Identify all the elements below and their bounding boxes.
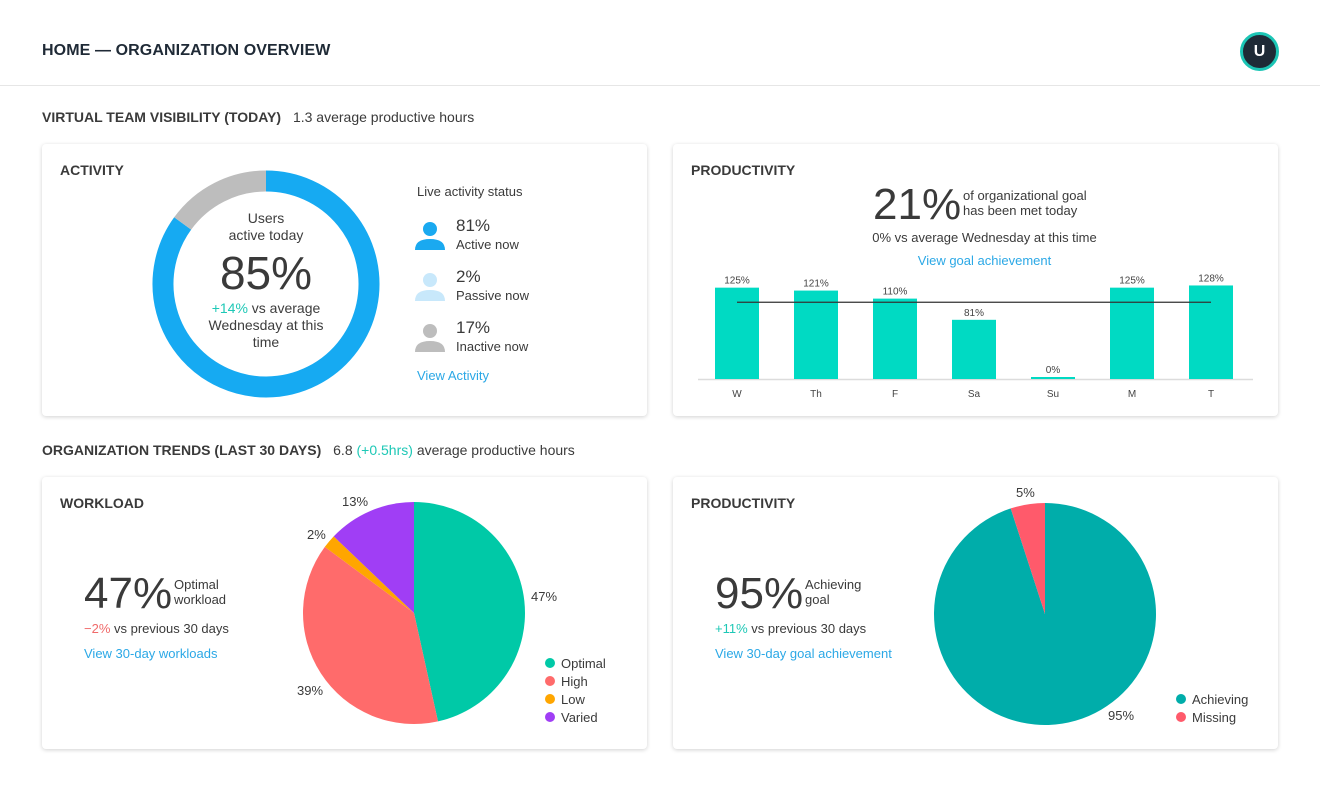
- bar-M: [1110, 287, 1154, 379]
- trend-hours-suffix: average productive hours: [416, 442, 575, 458]
- x-tick-label: F: [892, 389, 898, 400]
- bar-Th: [794, 290, 838, 379]
- person-icon: [415, 222, 445, 250]
- live-item-inactive: 17% Inactive now: [415, 318, 595, 358]
- goal-met-value: 21%: [873, 180, 962, 229]
- x-tick-label: T: [1208, 389, 1214, 400]
- inactive-pct: 17%: [456, 318, 491, 337]
- bar-data-label: 0%: [1046, 365, 1061, 376]
- legend-dot: [1176, 694, 1186, 704]
- workload-card: WORKLOAD 47% Optimal workload −2% vs pre…: [42, 477, 647, 749]
- x-tick-label: M: [1128, 389, 1136, 400]
- legend-item-missing: Missing: [1176, 708, 1248, 726]
- bar-data-label: 81%: [964, 308, 984, 319]
- page-title: HOME — ORGANIZATION OVERVIEW: [42, 42, 331, 59]
- pie-label-optimal: 47%: [531, 589, 558, 604]
- pie-label-high: 39%: [297, 683, 324, 698]
- bar-data-label: 125%: [1119, 276, 1145, 287]
- bar-data-label: 125%: [724, 276, 750, 287]
- card-title: ACTIVITY: [60, 162, 124, 178]
- passive-label: Passive now: [456, 288, 529, 303]
- trend-hours-value: 6.8: [333, 442, 353, 458]
- view-activity-link[interactable]: View Activity: [417, 368, 489, 383]
- bar-Sa: [952, 319, 996, 379]
- delta-suffix: vs average: [247, 300, 321, 316]
- legend-dot: [545, 712, 555, 722]
- donut-caption-2: active today: [228, 227, 304, 243]
- live-item-passive: 2% Passive now: [415, 267, 595, 307]
- bar-Su: [1031, 377, 1075, 379]
- card-title: PRODUCTIVITY: [691, 162, 796, 178]
- person-icon: [415, 273, 445, 301]
- donut-center-text: Users active today 85% +14% vs average W…: [179, 210, 353, 351]
- bar-T: [1189, 285, 1233, 379]
- bar-data-label: 121%: [803, 279, 829, 290]
- productivity-today-card: PRODUCTIVITY 21% of organizational goal …: [673, 144, 1278, 416]
- pie-label-varied: 13%: [342, 494, 369, 509]
- legend-dot: [545, 658, 555, 668]
- note-line-1: of organizational goal: [963, 188, 1087, 203]
- x-tick-label: Th: [810, 389, 822, 400]
- legend-item-low: Low: [545, 690, 606, 708]
- section-title: ORGANIZATION TRENDS (LAST 30 DAYS): [42, 442, 322, 458]
- donut-sub-3: time: [252, 334, 280, 350]
- donut-delta-line: +14% vs average: [179, 300, 353, 317]
- trends-section-heading: ORGANIZATION TRENDS (LAST 30 DAYS) 6.8 (…: [42, 442, 575, 458]
- active-pct: 81%: [456, 216, 491, 235]
- legend-label: High: [561, 673, 588, 689]
- donut-sub-2: Wednesday at this: [208, 317, 324, 333]
- user-avatar[interactable]: U: [1240, 32, 1279, 71]
- legend-item-achieving: Achieving: [1176, 690, 1248, 708]
- delta-positive: +14%: [211, 300, 248, 316]
- legend-label: Varied: [561, 709, 598, 725]
- bar-W: [715, 287, 759, 379]
- workload-legend: Optimal High Low Varied: [545, 654, 606, 726]
- pie-label-low: 2%: [307, 527, 326, 542]
- daily-productivity-bar-chart: 125% W 121% Th 110% F 81% Sa 0% Su 125% M 128% T: [698, 273, 1253, 400]
- donut-caption-1: Users: [247, 210, 285, 226]
- note-line-2: has been met today: [963, 203, 1078, 218]
- goal-vs-average: 0% vs average Wednesday at this time: [872, 230, 1097, 245]
- live-activity-title: Live activity status: [417, 184, 523, 199]
- trend-hours-delta: (+0.5hrs): [356, 442, 413, 458]
- legend-item-high: High: [545, 672, 606, 690]
- goal-met-note: of organizational goal has been met toda…: [963, 188, 1123, 218]
- legend-label: Missing: [1192, 709, 1237, 725]
- x-tick-label: Su: [1047, 389, 1059, 400]
- goal-legend: Achieving Missing: [1176, 690, 1248, 726]
- legend-item-optimal: Optimal: [545, 654, 606, 672]
- bar-data-label: 110%: [883, 287, 908, 298]
- section-title: VIRTUAL TEAM VISIBILITY (TODAY): [42, 109, 282, 125]
- x-tick-label: Sa: [968, 389, 981, 400]
- today-section-heading: VIRTUAL TEAM VISIBILITY (TODAY) 1.3 aver…: [42, 109, 474, 125]
- legend-item-varied: Varied: [545, 708, 606, 726]
- bar-F: [873, 298, 917, 379]
- active-today-value: 85%: [219, 247, 313, 299]
- pie-label-missing: 5%: [1016, 485, 1035, 500]
- avatar-initial: U: [1253, 42, 1266, 60]
- live-item-active: 81% Active now: [415, 216, 595, 256]
- inactive-label: Inactive now: [456, 339, 529, 354]
- activity-card: ACTIVITY Users active today 85% +14% vs …: [42, 144, 647, 416]
- pie-label-achieving: 95%: [1108, 708, 1135, 723]
- legend-label: Low: [561, 691, 585, 707]
- productivity-trend-card: PRODUCTIVITY 95% Achieving goal +11% vs …: [673, 477, 1278, 749]
- section-summary: 1.3 average productive hours: [292, 109, 475, 125]
- legend-dot: [545, 676, 555, 686]
- x-tick-label: W: [732, 389, 742, 400]
- legend-label: Optimal: [561, 655, 606, 671]
- active-label: Active now: [456, 237, 519, 252]
- bar-data-label: 128%: [1198, 273, 1224, 284]
- legend-dot: [545, 694, 555, 704]
- legend-label: Achieving: [1192, 691, 1249, 707]
- person-icon: [415, 324, 445, 352]
- legend-dot: [1176, 712, 1186, 722]
- passive-pct: 2%: [456, 267, 481, 286]
- top-bar: HOME — ORGANIZATION OVERVIEW U: [0, 0, 1320, 86]
